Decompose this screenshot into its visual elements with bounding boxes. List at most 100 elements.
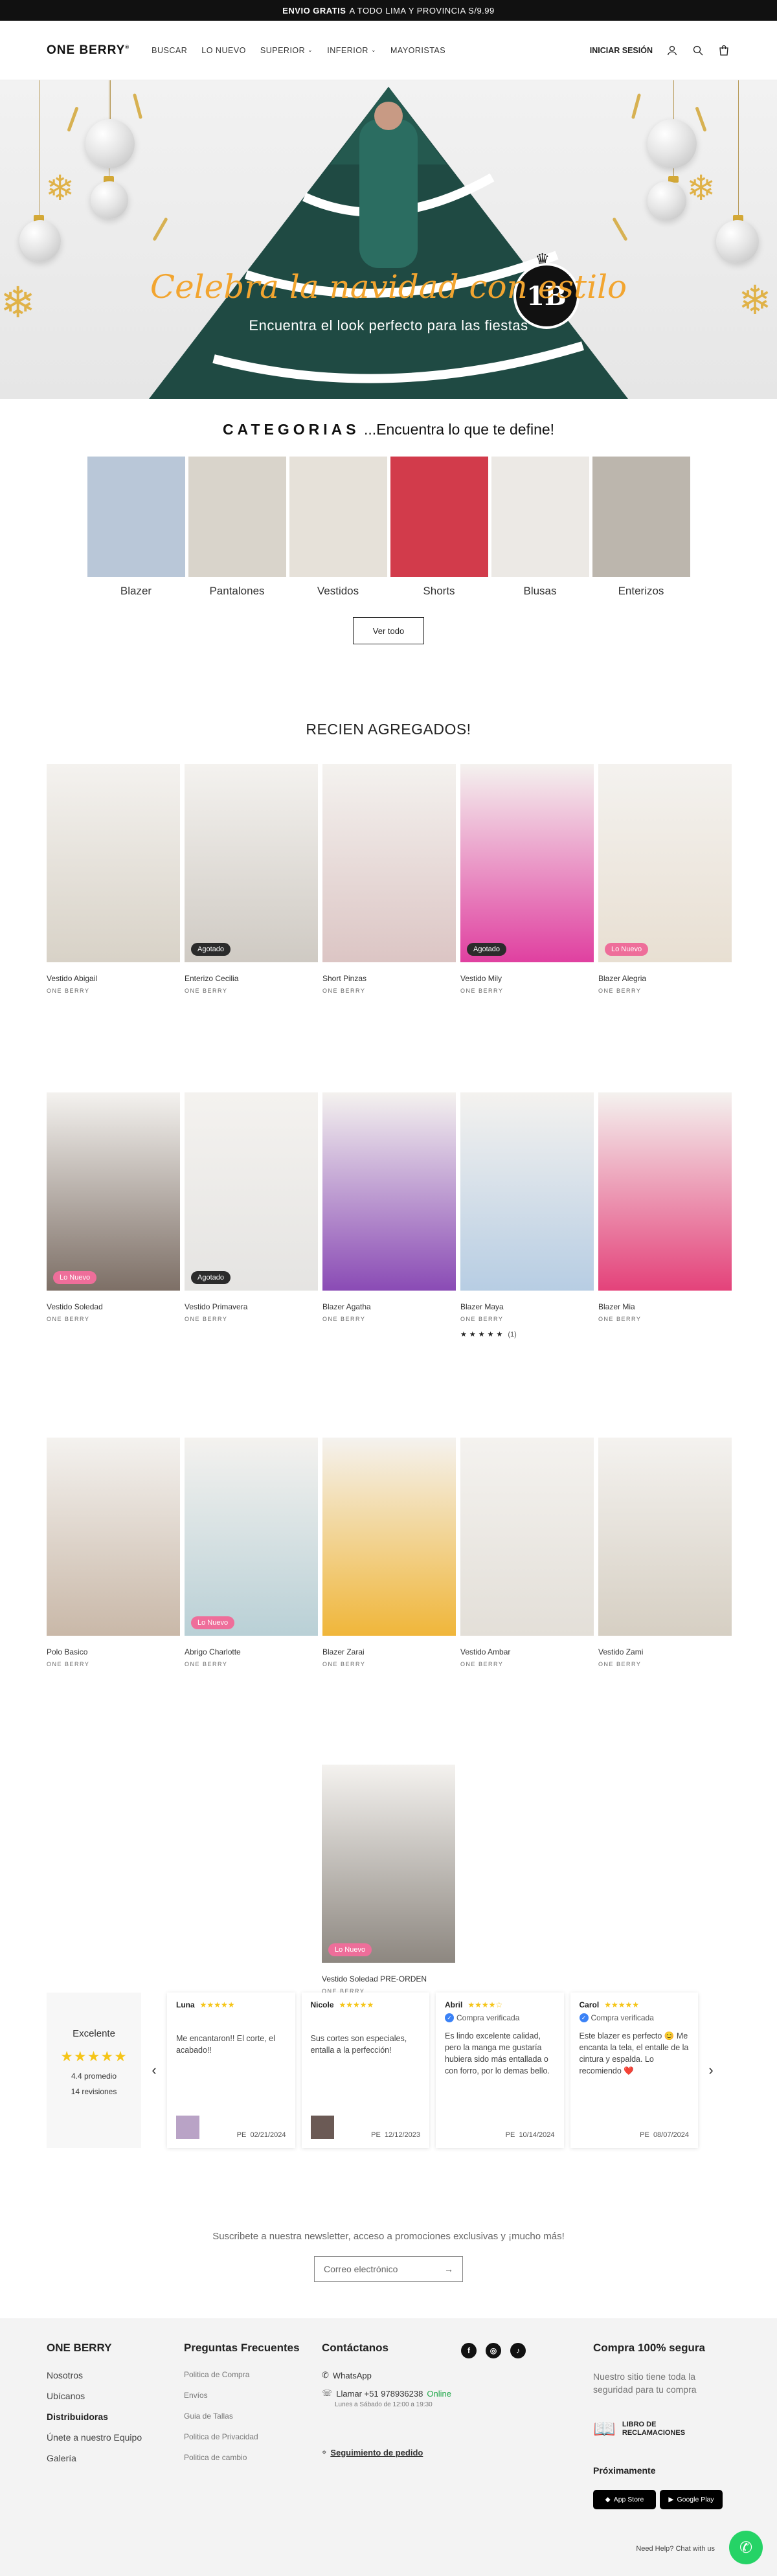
nav-lo-nuevo[interactable]: LO NUEVO <box>201 46 246 55</box>
product-name[interactable]: Abrigo Charlotte <box>185 1647 318 1656</box>
footer-link[interactable]: Nosotros <box>47 2370 184 2380</box>
category-image[interactable] <box>87 457 185 577</box>
complaints-book-link[interactable]: 📖 LIBRO DE RECLAMACIONES <box>593 2418 726 2439</box>
product-image[interactable] <box>322 764 456 962</box>
footer-link[interactable]: Distribuidoras <box>47 2412 184 2422</box>
product-image[interactable]: Lo Nuevo <box>322 1765 455 1963</box>
category-item[interactable]: Enterizos <box>592 457 690 598</box>
footer-link[interactable]: Galería <box>47 2453 184 2463</box>
apple-icon: ◆ <box>605 2496 611 2503</box>
tiktok-icon[interactable]: ♪ <box>510 2343 526 2358</box>
category-item[interactable]: Shorts <box>390 457 488 598</box>
review-photo[interactable] <box>310 2116 334 2139</box>
footer-link[interactable]: Únete a nuestro Equipo <box>47 2432 184 2443</box>
product-name[interactable]: Blazer Zarai <box>322 1647 456 1656</box>
product-image[interactable] <box>598 1092 732 1291</box>
whatsapp-chat-button[interactable]: ✆ <box>729 2531 763 2564</box>
newsletter-email-input[interactable]: Correo electrónico → <box>314 2256 463 2282</box>
footer-link[interactable]: Guia de Tallas <box>184 2412 322 2421</box>
product-name[interactable]: Blazer Mia <box>598 1302 732 1311</box>
category-item[interactable]: Blazer <box>87 457 185 598</box>
product-name[interactable]: Vestido Ambar <box>460 1647 594 1656</box>
product-name[interactable]: Blazer Alegria <box>598 974 732 983</box>
product-image[interactable]: Lo Nuevo <box>598 764 732 962</box>
nav-mayoristas[interactable]: MAYORISTAS <box>390 46 445 55</box>
reviews-prev-arrow[interactable]: ‹ <box>141 1993 167 2148</box>
category-image[interactable] <box>491 457 589 577</box>
product-card[interactable]: Short Pinzas ONE BERRY <box>322 764 456 994</box>
product-name[interactable]: Vestido Zami <box>598 1647 732 1656</box>
category-image[interactable] <box>289 457 387 577</box>
footer-link[interactable]: Politica de cambio <box>184 2453 322 2462</box>
product-card[interactable]: Blazer Agatha ONE BERRY <box>322 1092 456 1339</box>
product-card[interactable]: Agotado Vestido Primavera ONE BERRY <box>185 1092 318 1339</box>
category-item[interactable]: Vestidos <box>289 457 387 598</box>
product-name[interactable]: Polo Basico <box>47 1647 180 1656</box>
product-name[interactable]: Vestido Primavera <box>185 1302 318 1311</box>
product-image[interactable]: Lo Nuevo <box>185 1438 318 1636</box>
product-card[interactable]: Agotado Enterizo Cecilia ONE BERRY <box>185 764 318 994</box>
product-name[interactable]: Vestido Soledad PRE-ORDEN <box>322 1974 455 1983</box>
product-image[interactable] <box>598 1438 732 1636</box>
product-name[interactable]: Enterizo Cecilia <box>185 974 318 983</box>
footer-link[interactable]: Politica de Compra <box>184 2370 322 2379</box>
product-name[interactable]: Blazer Agatha <box>322 1302 456 1311</box>
product-card[interactable]: Lo Nuevo Blazer Alegria ONE BERRY <box>598 764 732 994</box>
product-image[interactable]: Agotado <box>185 764 318 962</box>
product-card[interactable]: Lo Nuevo Vestido Soledad ONE BERRY <box>47 1092 180 1339</box>
nav-inferior[interactable]: INFERIOR ⌄ <box>327 46 376 55</box>
product-image[interactable] <box>322 1438 456 1636</box>
product-card[interactable]: Lo Nuevo Abrigo Charlotte ONE BERRY <box>185 1438 318 1667</box>
product-image[interactable] <box>47 1438 180 1636</box>
product-image[interactable] <box>322 1092 456 1291</box>
product-name[interactable]: Vestido Soledad <box>47 1302 180 1311</box>
product-card[interactable]: Polo Basico ONE BERRY <box>47 1438 180 1667</box>
instagram-icon[interactable]: ◎ <box>486 2343 501 2358</box>
product-card[interactable]: Lo Nuevo Vestido Soledad PRE-ORDEN ONE BER… <box>322 1765 455 1994</box>
product-card[interactable]: Vestido Zami ONE BERRY <box>598 1438 732 1667</box>
search-icon[interactable] <box>692 44 704 57</box>
product-name[interactable]: Short Pinzas <box>322 974 456 983</box>
product-card[interactable]: Vestido Abigail ONE BERRY <box>47 764 180 994</box>
product-card[interactable]: Blazer Maya ONE BERRY ★★★★★ (1) <box>460 1092 594 1339</box>
category-item[interactable]: Blusas <box>491 457 589 598</box>
phone-link[interactable]: ☏ Llamar +51 978936238 Online <box>322 2388 461 2399</box>
facebook-icon[interactable]: f <box>461 2343 477 2358</box>
nav-superior[interactable]: SUPERIOR ⌄ <box>260 46 313 55</box>
category-image[interactable] <box>188 457 286 577</box>
category-item[interactable]: Pantalones <box>188 457 286 598</box>
reviews-next-arrow[interactable]: › <box>698 1993 724 2148</box>
footer-link[interactable]: Envíos <box>184 2391 322 2400</box>
review-photo[interactable] <box>176 2116 199 2139</box>
logo[interactable]: ONE BERRY® <box>47 43 130 58</box>
product-image[interactable] <box>460 1092 594 1291</box>
category-image[interactable] <box>592 457 690 577</box>
product-card[interactable]: Blazer Zarai ONE BERRY <box>322 1438 456 1667</box>
product-name[interactable]: Vestido Mily <box>460 974 594 983</box>
product-name[interactable]: Vestido Abigail <box>47 974 180 983</box>
product-name[interactable]: Blazer Maya <box>460 1302 594 1311</box>
product-image[interactable]: Lo Nuevo <box>47 1092 180 1291</box>
footer-link[interactable]: Politica de Privacidad <box>184 2432 322 2441</box>
product-card[interactable]: Vestido Ambar ONE BERRY <box>460 1438 594 1667</box>
whatsapp-link[interactable]: ✆ WhatsApp <box>322 2370 461 2380</box>
footer-link[interactable]: Ubícanos <box>47 2391 184 2401</box>
app-store-button[interactable]: ◆ App Store <box>593 2490 656 2509</box>
ornament-right-1 <box>716 220 759 263</box>
product-card[interactable]: Blazer Mia ONE BERRY <box>598 1092 732 1339</box>
user-icon[interactable] <box>666 44 679 57</box>
product-image[interactable]: Agotado <box>460 764 594 962</box>
product-card[interactable]: Agotado Vestido Mily ONE BERRY <box>460 764 594 994</box>
view-all-button[interactable]: Ver todo <box>353 617 424 644</box>
hero-banner[interactable]: ❄ ❄ ❄ ❄ ♛ 1B Celebra la navidad con esti… <box>0 80 777 399</box>
tracking-link[interactable]: ⌖ Seguimiento de pedido <box>322 2447 461 2457</box>
category-image[interactable] <box>390 457 488 577</box>
cart-icon[interactable] <box>717 44 730 57</box>
product-image[interactable] <box>47 764 180 962</box>
nav-buscar[interactable]: BUSCAR <box>152 46 187 55</box>
product-image[interactable] <box>460 1438 594 1636</box>
login-link[interactable]: INICIAR SESIÓN <box>590 46 653 55</box>
arrow-right-icon[interactable]: → <box>444 2264 453 2274</box>
google-play-button[interactable]: ▶ Google Play <box>660 2490 723 2509</box>
product-image[interactable]: Agotado <box>185 1092 318 1291</box>
